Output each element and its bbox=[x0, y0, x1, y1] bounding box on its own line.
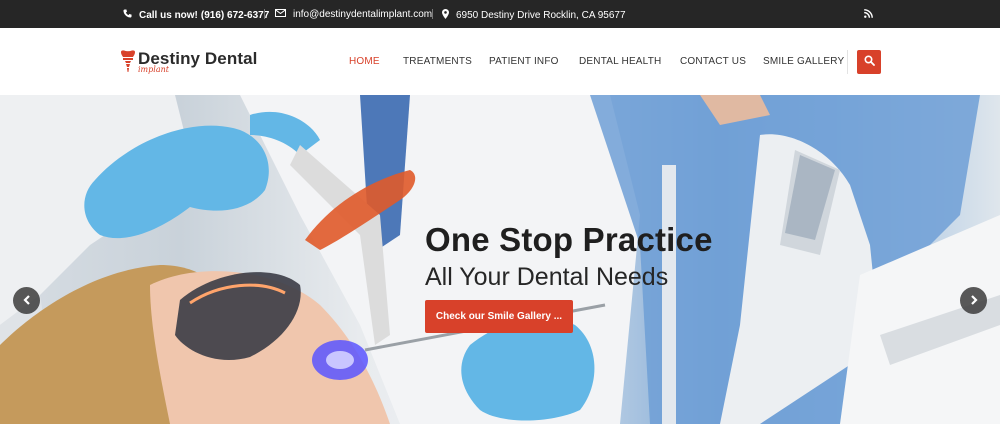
divider bbox=[432, 9, 433, 19]
address-text: 6950 Destiny Drive Rocklin, CA 95677 bbox=[456, 10, 626, 21]
call-label: Call us now! bbox=[139, 9, 198, 21]
hero-slider: One Stop Practice All Your Dental Needs … bbox=[0, 95, 1000, 424]
envelope-icon bbox=[275, 9, 286, 20]
logo-subtitle: implant bbox=[138, 65, 169, 74]
site-logo[interactable]: Destiny Dental implant bbox=[120, 49, 260, 77]
phone-icon bbox=[123, 9, 132, 21]
nav-item-home[interactable]: HOME bbox=[349, 56, 380, 67]
email-contact[interactable]: info@destinydentalimplant.com bbox=[275, 9, 432, 20]
rss-icon[interactable] bbox=[864, 9, 873, 21]
tooth-logo-icon bbox=[120, 50, 136, 79]
nav-item-treatments[interactable]: TREATMENTS bbox=[403, 56, 472, 67]
nav-item-smile-gallery[interactable]: SMILE GALLERY bbox=[763, 56, 844, 67]
top-info-bar: Call us now! (916) 672-6377 info@destiny… bbox=[0, 0, 1000, 28]
site-header: Destiny Dental implant HOME TREATMENTS P… bbox=[0, 28, 1000, 95]
divider bbox=[264, 9, 265, 19]
hero-title: One Stop Practice bbox=[425, 221, 713, 258]
hero-subtitle: All Your Dental Needs bbox=[425, 263, 669, 291]
nav-item-dental-health[interactable]: DENTAL HEALTH bbox=[579, 56, 661, 67]
slider-prev-button[interactable] bbox=[13, 287, 40, 314]
chevron-right-icon bbox=[969, 292, 979, 310]
search-icon bbox=[863, 53, 875, 71]
phone-contact[interactable]: Call us now! (916) 672-6377 bbox=[123, 9, 269, 21]
map-marker-icon bbox=[442, 9, 449, 22]
phone-number[interactable]: (916) 672-6377 bbox=[201, 10, 269, 21]
nav-item-contact-us[interactable]: CONTACT US bbox=[680, 56, 746, 67]
email-address[interactable]: info@destinydentalimplant.com bbox=[293, 9, 432, 20]
hero-background-image bbox=[0, 95, 1000, 424]
search-button[interactable] bbox=[857, 50, 881, 74]
slider-next-button[interactable] bbox=[960, 287, 987, 314]
nav-divider bbox=[847, 50, 848, 74]
address-contact: 6950 Destiny Drive Rocklin, CA 95677 bbox=[442, 9, 626, 22]
nav-item-patient-info[interactable]: PATIENT INFO bbox=[489, 56, 559, 67]
chevron-left-icon bbox=[22, 292, 32, 310]
smile-gallery-button[interactable]: Check our Smile Gallery ... bbox=[425, 300, 573, 333]
